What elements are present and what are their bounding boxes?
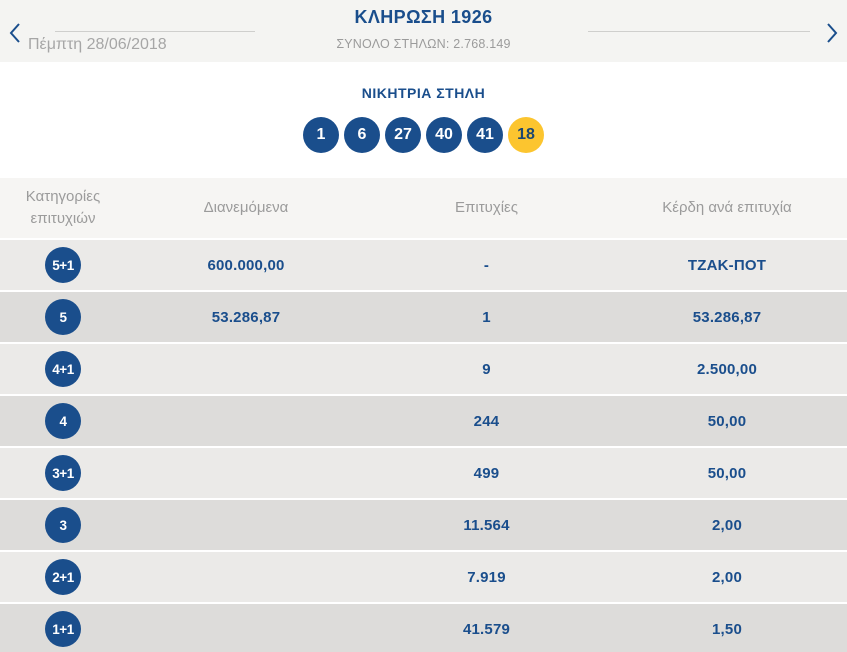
total-columns-label: ΣΥΝΟΛΟ ΣΤΗΛΩΝ: 2.768.149 — [336, 37, 511, 51]
winning-number-ball: 41 — [467, 117, 503, 153]
winning-number-ball: 6 — [344, 117, 380, 153]
category-badge: 5 — [45, 299, 81, 335]
hits-cell: 11.564 — [463, 516, 510, 534]
category-badge: 4 — [45, 403, 81, 439]
hits-cell: 7.919 — [467, 568, 506, 586]
distributed-cell — [126, 604, 366, 652]
chevron-right-icon — [825, 22, 839, 44]
category-badge: 3 — [45, 507, 81, 543]
distributed-cell — [126, 396, 366, 446]
hits-cell: 1 — [482, 308, 491, 326]
draw-title-block: ΚΛΗΡΩΣΗ 1926 ΣΥΝΟΛΟ ΣΤΗΛΩΝ: 2.768.149 — [160, 7, 687, 51]
category-cell: 5 — [0, 292, 126, 342]
category-badge: 5+1 — [45, 247, 81, 283]
distributed-cell — [126, 552, 366, 602]
category-cell: 5+1 — [0, 240, 126, 290]
results-table: Κατηγορίες επιτυχιών Διανεμόμενα Επιτυχίες… — [0, 178, 847, 652]
table-row: 3+1 499 50,00 — [0, 446, 847, 498]
table-row: 3 11.564 2,00 — [0, 498, 847, 550]
category-badge: 2+1 — [45, 559, 81, 595]
table-row: 2+1 7.919 2,00 — [0, 550, 847, 602]
hits-cell: - — [483, 256, 490, 274]
results-table-header: Κατηγορίες επιτυχιών Διανεμόμενα Επιτυχίες… — [0, 178, 847, 238]
winning-number-ball: 1 — [303, 117, 339, 153]
chevron-left-icon — [8, 22, 22, 44]
column-header: Κέρδη ανά επιτυχία — [662, 199, 792, 217]
category-badge: 4+1 — [45, 351, 81, 387]
table-row: 5 53.286,87 1 53.286,87 — [0, 290, 847, 342]
column-header: Κατηγορίες επιτυχιών — [25, 188, 101, 227]
draw-date: Πέμπτη 28/06/2018 — [28, 36, 167, 53]
category-badge: 3+1 — [45, 455, 81, 491]
winning-number-ball: 27 — [385, 117, 421, 153]
column-header: Διανεμόμενα — [203, 199, 289, 217]
winnings-cell: 2.500,00 — [697, 360, 757, 378]
column-header: Επιτυχίες — [455, 199, 518, 217]
page-title: ΚΛΗΡΩΣΗ 1926 — [354, 7, 493, 27]
winnings-cell: 50,00 — [707, 464, 747, 482]
hits-cell: 244 — [473, 412, 500, 430]
category-badge: 1+1 — [45, 611, 81, 647]
distributed-cell: 53.286,87 — [211, 308, 281, 326]
table-row: 4+1 9 2.500,00 — [0, 342, 847, 394]
category-cell: 2+1 — [0, 552, 126, 602]
hits-cell: 499 — [473, 464, 500, 482]
previous-draw-button[interactable] — [3, 20, 27, 46]
category-cell: 4+1 — [0, 344, 126, 394]
joker-draw-results-page: Πέμπτη 28/06/2018 ΚΛΗΡΩΣΗ 1926 ΣΥΝΟΛΟ ΣΤ… — [0, 0, 847, 652]
results-table-body: 5+1 600.000,00 - ΤΖΑΚ-ΠΟΤ 5 53.286,87 1 53.286,… — [0, 238, 847, 652]
category-cell: 1+1 — [0, 604, 126, 652]
distributed-cell: 600.000,00 — [207, 256, 285, 274]
joker-number-ball: 18 — [508, 117, 544, 153]
table-row: 5+1 600.000,00 - ΤΖΑΚ-ΠΟΤ — [0, 238, 847, 290]
winning-column-section: ΝΙΚΗΤΡΙΑ ΣΤΗΛΗ 1 6 27 40 41 18 — [0, 62, 847, 178]
winnings-cell: ΤΖΑΚ-ΠΟΤ — [687, 256, 767, 274]
distributed-cell — [126, 448, 366, 498]
category-cell: 4 — [0, 396, 126, 446]
distributed-cell — [126, 500, 366, 550]
winnings-cell: 2,00 — [712, 516, 742, 534]
winnings-cell: 50,00 — [707, 412, 747, 430]
winnings-cell: 53.286,87 — [692, 308, 762, 326]
category-cell: 3 — [0, 500, 126, 550]
distributed-cell — [126, 344, 366, 394]
winning-column-label: ΝΙΚΗΤΡΙΑ ΣΤΗΛΗ — [361, 85, 486, 101]
category-cell: 3+1 — [0, 448, 126, 498]
hits-cell: 9 — [482, 360, 491, 378]
divider-right — [588, 31, 810, 32]
winning-numbers: 1 6 27 40 41 18 — [0, 117, 847, 153]
draw-header: Πέμπτη 28/06/2018 ΚΛΗΡΩΣΗ 1926 ΣΥΝΟΛΟ ΣΤ… — [0, 0, 847, 62]
winnings-cell: 1,50 — [712, 620, 742, 638]
table-row: 4 244 50,00 — [0, 394, 847, 446]
next-draw-button[interactable] — [820, 20, 844, 46]
table-row: 1+1 41.579 1,50 — [0, 602, 847, 652]
winning-number-ball: 40 — [426, 117, 462, 153]
hits-cell: 41.579 — [462, 620, 511, 638]
winnings-cell: 2,00 — [712, 568, 742, 586]
